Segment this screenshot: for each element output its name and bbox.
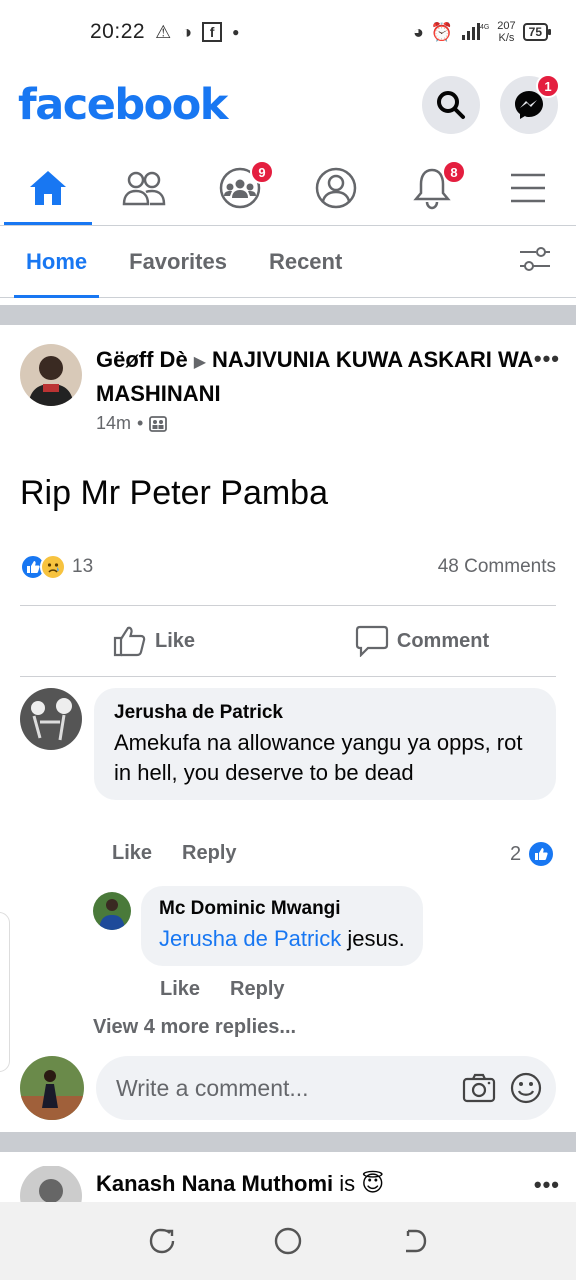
alarm-icon: ⏰	[430, 21, 454, 42]
next-post-title: Kanash Nana Muthomi is 😇	[96, 1171, 384, 1197]
comment-text: Amekufa na allowance yangu ya opps, rot …	[114, 730, 523, 785]
sad-reaction-icon	[40, 554, 66, 580]
reply-item: Mc Dominic Mwangi Jerusha de Patrick jes…	[93, 886, 423, 966]
search-button[interactable]	[422, 76, 480, 134]
home-nav-icon[interactable]	[273, 1226, 303, 1256]
tab-menu[interactable]	[480, 150, 576, 225]
side-panel-handle[interactable]	[0, 912, 10, 1072]
like-icon	[113, 626, 146, 657]
comment-like-count[interactable]: 2	[510, 840, 556, 868]
app-icon: ◑	[181, 21, 193, 42]
emoji-icon[interactable]	[510, 1072, 542, 1104]
group-privacy-icon	[149, 415, 168, 432]
data-saver-icon: ◕	[412, 21, 424, 42]
dot-icon: ●	[232, 25, 240, 39]
camera-icon[interactable]	[462, 1073, 496, 1103]
svg-text:4G: 4G	[480, 24, 489, 31]
menu-icon	[511, 173, 545, 202]
comment-like-button[interactable]: Like	[112, 842, 152, 865]
next-post-more-options-icon[interactable]: •••	[534, 1172, 560, 1198]
tab-groups[interactable]: 9	[192, 150, 288, 225]
back-icon[interactable]	[400, 1227, 428, 1255]
recent-apps-icon[interactable]	[148, 1227, 176, 1255]
reply-bubble[interactable]: Mc Dominic Mwangi Jerusha de Patrick jes…	[141, 886, 423, 966]
warning-icon: ⚠	[155, 21, 172, 42]
main-tab-bar: 9 8	[0, 150, 576, 226]
replier-name[interactable]: Mc Dominic Mwangi	[159, 898, 405, 920]
replier-avatar[interactable]	[93, 892, 131, 930]
dot-separator: •	[137, 413, 144, 433]
comment-input-placeholder: Write a comment...	[116, 1074, 309, 1101]
post-text: Rip Mr Peter Pamba	[20, 474, 328, 512]
next-post-avatar[interactable]	[20, 1166, 82, 1202]
feed-divider	[0, 1132, 576, 1152]
like-button[interactable]: Like	[20, 606, 288, 676]
tab-friends[interactable]	[96, 150, 192, 225]
signal-icon: 4G	[460, 21, 490, 44]
reply-like-button[interactable]: Like	[160, 978, 200, 1001]
app-header: facebook 1	[0, 70, 576, 140]
comment-reply-button[interactable]: Reply	[182, 842, 236, 865]
facebook-icon: f	[202, 22, 223, 42]
post-time[interactable]: 14m	[96, 413, 131, 434]
write-comment-row: Write a comment...	[20, 1056, 556, 1120]
mention-link[interactable]: Jerusha de Patrick	[159, 926, 341, 951]
system-nav-bar	[0, 1202, 576, 1280]
search-icon	[437, 91, 465, 119]
commenter-avatar[interactable]	[20, 688, 82, 750]
filter-favorites[interactable]: Favorites	[113, 226, 243, 298]
next-post-author[interactable]: Kanash Nana Muthomi	[96, 1171, 333, 1196]
friends-icon	[122, 171, 166, 205]
reply-text: Jerusha de Patrick jesus.	[159, 926, 405, 951]
tab-home[interactable]	[0, 150, 96, 225]
facebook-logo[interactable]: facebook	[18, 80, 228, 130]
reaction-count[interactable]: 13	[72, 556, 93, 578]
reply-actions: Like Reply	[160, 978, 285, 1001]
like-reaction-icon	[527, 840, 556, 868]
current-user-avatar	[20, 1056, 84, 1120]
feed-divider	[0, 305, 576, 325]
groups-badge: 9	[250, 160, 274, 184]
comment-item: Jerusha de Patrick Amekufa na allowance …	[20, 688, 556, 800]
tab-notifications[interactable]: 8	[384, 150, 480, 225]
network-speed: 207 K/s	[497, 20, 516, 44]
comment-actions: Like Reply	[112, 842, 237, 865]
post-title: Gëøff Dè ▶ NAJIVUNIA KUWA ASKARI WA MASHIN…	[96, 344, 560, 409]
halo-emoji-icon: 😇	[361, 1171, 385, 1196]
status-bar: 20:22 ⚠ ◑ f ● ◕ ⏰ 4G 207 K/s 75	[0, 0, 576, 64]
messenger-button[interactable]: 1	[500, 74, 560, 134]
comment-button[interactable]: Comment	[288, 606, 556, 676]
comment-input[interactable]: Write a comment...	[96, 1056, 556, 1120]
notifications-badge: 8	[442, 160, 466, 184]
next-post-suffix: is	[339, 1171, 356, 1196]
reply-reply-button[interactable]: Reply	[230, 978, 284, 1001]
messenger-badge: 1	[536, 74, 560, 98]
like-label: Like	[154, 629, 196, 652]
comments-count[interactable]: 48 Comments	[438, 556, 556, 578]
reaction-icons[interactable]	[20, 554, 66, 580]
post-author-name[interactable]: Gëøff Dè	[96, 347, 188, 372]
filter-home[interactable]: Home	[10, 226, 103, 298]
filter-settings-icon[interactable]	[518, 244, 552, 279]
reactions-row: 13 48 Comments	[20, 554, 556, 580]
comment-icon	[355, 625, 388, 657]
post-author-avatar[interactable]	[20, 344, 82, 406]
post-header: Gëøff Dè ▶ NAJIVUNIA KUWA ASKARI WA MASHIN…	[20, 344, 560, 434]
commenter-name[interactable]: Jerusha de Patrick	[114, 702, 536, 724]
battery-indicator: 75	[522, 23, 552, 41]
filter-recent[interactable]: Recent	[253, 226, 358, 298]
next-post-header: Kanash Nana Muthomi is 😇 •••	[20, 1166, 560, 1202]
post-more-options-icon[interactable]: •••	[534, 346, 560, 372]
status-time: 20:22	[90, 20, 146, 43]
view-more-replies[interactable]: View 4 more replies...	[93, 1016, 296, 1039]
profile-icon	[315, 167, 357, 208]
home-icon	[30, 170, 66, 205]
post-action-row: Like Comment	[20, 605, 556, 677]
comment-bubble[interactable]: Jerusha de Patrick Amekufa na allowance …	[94, 688, 556, 800]
comment-label: Comment	[396, 629, 490, 652]
tab-profile[interactable]	[288, 150, 384, 225]
feed-filter-bar: Home Favorites Recent	[0, 226, 576, 298]
arrow-right-icon: ▶	[193, 354, 206, 371]
